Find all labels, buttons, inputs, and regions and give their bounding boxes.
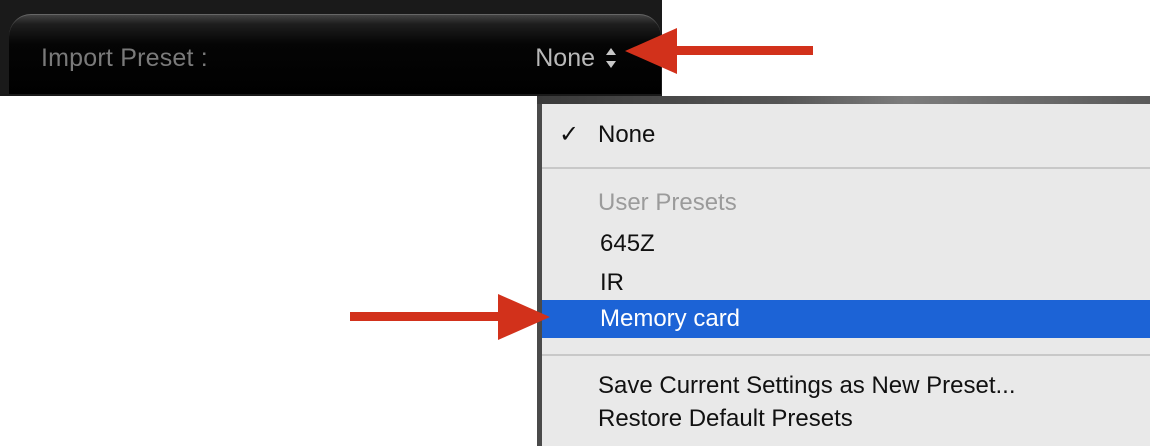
menu-item-none[interactable]: ✓ None (542, 118, 1150, 152)
menu-item-label: Memory card (600, 305, 741, 332)
red-arrow-memory-card-icon (350, 294, 550, 340)
section-header-label: User Presets (598, 189, 737, 216)
red-arrow-top-icon (625, 28, 813, 74)
menu-item-save-current-settings[interactable]: Save Current Settings as New Preset... (542, 369, 1150, 403)
import-preset-bar[interactable]: Import Preset : None (9, 14, 661, 94)
menu-item-label: 645Z (600, 230, 655, 257)
menu-item-restore-default-presets[interactable]: Restore Default Presets (542, 402, 1150, 436)
import-preset-value[interactable]: None (535, 44, 595, 73)
menu-item-preset-memory-card[interactable]: Memory card (542, 300, 1150, 338)
menu-item-label: Save Current Settings as New Preset... (598, 372, 1016, 399)
up-down-stepper-icon[interactable] (605, 47, 617, 69)
import-preset-label: Import Preset : (41, 44, 208, 72)
preset-dropdown-menu: ✓ None User Presets 645Z IR Memory card … (537, 104, 1150, 446)
menu-item-label: IR (600, 269, 624, 296)
menu-item-preset-645z[interactable]: 645Z (542, 227, 1150, 261)
menu-item-preset-ir[interactable]: IR (542, 266, 1150, 300)
menu-item-label: Restore Default Presets (598, 405, 853, 432)
menu-section-user-presets: User Presets (542, 186, 1150, 220)
check-mark-icon: ✓ (559, 121, 580, 148)
menu-separator (542, 167, 1150, 169)
menu-separator (542, 354, 1150, 356)
import-preset-panel: Import Preset : None (0, 0, 662, 96)
menu-item-label: None (598, 121, 656, 148)
